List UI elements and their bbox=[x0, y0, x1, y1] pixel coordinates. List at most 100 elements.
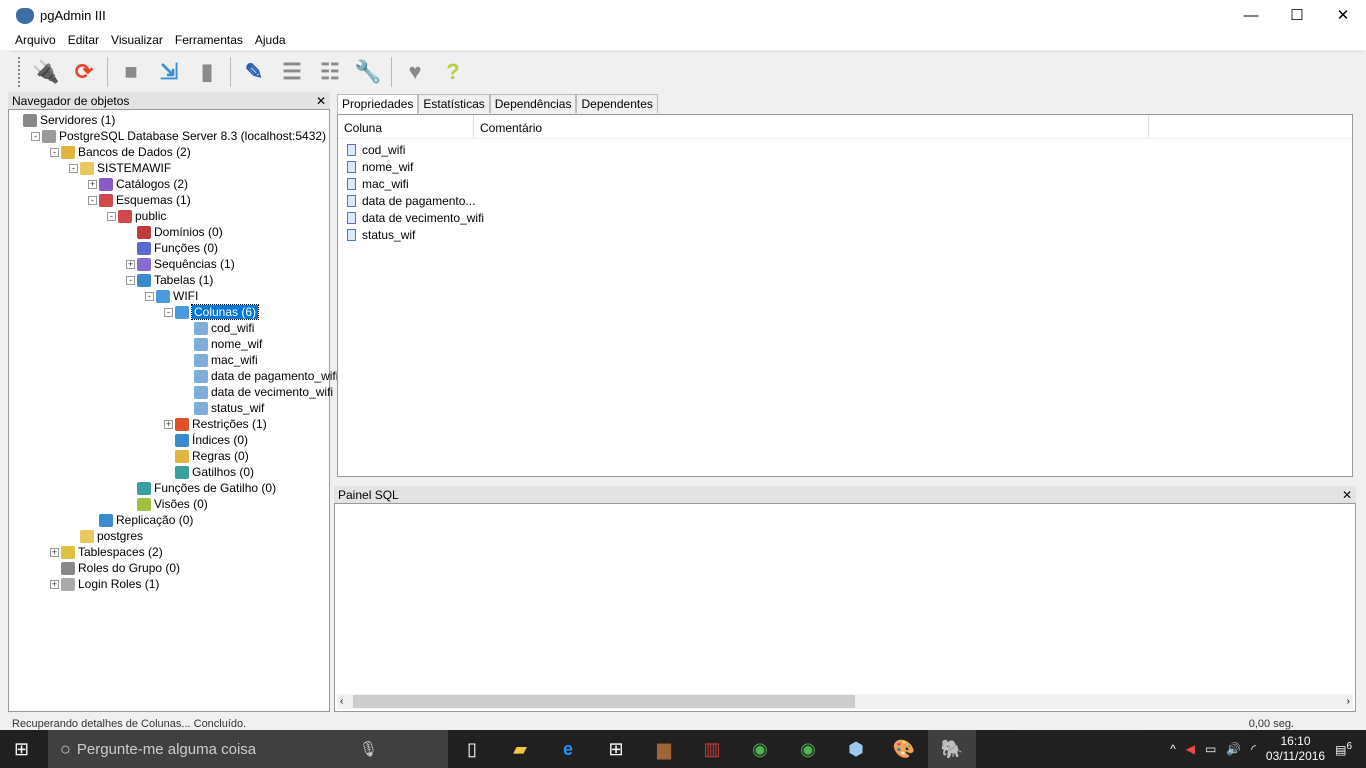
hint-button[interactable]: ♥ bbox=[399, 56, 431, 88]
close-button[interactable]: ✕ bbox=[1320, 0, 1366, 30]
game-app-icon[interactable]: ▆ bbox=[640, 730, 688, 768]
pgadmin-taskbar-icon[interactable]: 🐘 bbox=[928, 730, 976, 768]
collapse-icon[interactable]: - bbox=[31, 132, 40, 141]
tree-node[interactable]: Sequências (1) bbox=[137, 256, 235, 272]
chart-app-icon[interactable]: ▥ bbox=[688, 730, 736, 768]
tree-node[interactable]: nome_wif bbox=[194, 336, 262, 352]
chrome-icon[interactable]: ◉ bbox=[736, 730, 784, 768]
tree-node[interactable]: Replicação (0) bbox=[99, 512, 193, 528]
list-row[interactable]: data de pagamento... bbox=[338, 192, 1352, 209]
edge-icon[interactable]: e bbox=[544, 730, 592, 768]
tree-node[interactable]: Login Roles (1) bbox=[61, 576, 159, 592]
collapse-icon[interactable]: - bbox=[126, 276, 135, 285]
tree-node[interactable]: Restrições (1) bbox=[175, 416, 267, 432]
list-row[interactable]: mac_wifi bbox=[338, 175, 1352, 192]
menu-visualizar[interactable]: Visualizar bbox=[105, 31, 169, 50]
list-row[interactable]: nome_wif bbox=[338, 158, 1352, 175]
help-button[interactable]: ? bbox=[437, 56, 469, 88]
tree-node[interactable]: WIFI bbox=[156, 288, 198, 304]
tree-node[interactable]: Índices (0) bbox=[175, 432, 248, 448]
cortana-search[interactable]: ○ Pergunte-me alguma coisa 🎙 bbox=[48, 730, 448, 768]
collapse-icon[interactable]: - bbox=[88, 196, 97, 205]
file-explorer-icon[interactable]: ▰ bbox=[496, 730, 544, 768]
expand-icon[interactable]: + bbox=[88, 180, 97, 189]
task-view-icon[interactable]: ▯ bbox=[448, 730, 496, 768]
tree-node[interactable]: Bancos de Dados (2) bbox=[61, 144, 191, 160]
tree-node[interactable]: Catálogos (2) bbox=[99, 176, 188, 192]
tree-node[interactable]: Regras (0) bbox=[175, 448, 249, 464]
close-navigator-icon[interactable]: ✕ bbox=[316, 94, 326, 108]
tab-2[interactable]: Dependências bbox=[489, 94, 577, 113]
collapse-icon[interactable]: - bbox=[145, 292, 154, 301]
expand-icon[interactable]: + bbox=[50, 548, 59, 557]
menu-editar[interactable]: Editar bbox=[62, 31, 105, 50]
delete-button[interactable]: ▮ bbox=[191, 56, 223, 88]
tree-node[interactable]: postgres bbox=[80, 528, 143, 544]
menu-ferramentas[interactable]: Ferramentas bbox=[169, 31, 249, 50]
menu-ajuda[interactable]: Ajuda bbox=[249, 31, 292, 50]
refresh-button[interactable]: ⟳ bbox=[68, 56, 100, 88]
tree-node[interactable]: Esquemas (1) bbox=[99, 192, 191, 208]
close-sql-panel-icon[interactable]: ✕ bbox=[1342, 488, 1352, 502]
tree-node[interactable]: data de vecimento_wifi bbox=[194, 384, 333, 400]
tree-node[interactable]: data de pagamento_wifi bbox=[194, 368, 338, 384]
virtualbox-icon[interactable]: ⬢ bbox=[832, 730, 880, 768]
paint-icon[interactable]: 🎨 bbox=[880, 730, 928, 768]
tree-node[interactable]: Gatilhos (0) bbox=[175, 464, 254, 480]
sql-editor-button[interactable]: ✎ bbox=[238, 56, 270, 88]
tree-node[interactable]: Funções (0) bbox=[137, 240, 218, 256]
tree-node[interactable]: mac_wifi bbox=[194, 352, 258, 368]
microphone-icon[interactable]: 🎙 bbox=[359, 740, 378, 758]
column-header-comentario[interactable]: Comentário bbox=[474, 115, 1149, 138]
sql-text-area[interactable]: ‹ › bbox=[334, 503, 1356, 712]
vertical-scrollbar[interactable] bbox=[1356, 92, 1366, 712]
collapse-icon[interactable]: - bbox=[107, 212, 116, 221]
tree-node[interactable]: Servidores (1) bbox=[23, 112, 115, 128]
tree-node[interactable]: Domínios (0) bbox=[137, 224, 223, 240]
tree-node[interactable]: Funções de Gatilho (0) bbox=[137, 480, 276, 496]
chrome-icon-2[interactable]: ◉ bbox=[784, 730, 832, 768]
tree-node[interactable]: SISTEMAWIF bbox=[80, 160, 171, 176]
list-row[interactable]: status_wif bbox=[338, 226, 1352, 243]
view-filtered-data-button[interactable]: ☷ bbox=[314, 56, 346, 88]
tree-node[interactable]: PostgreSQL Database Server 8.3 (localhos… bbox=[42, 128, 326, 144]
volume-icon[interactable]: 🔊 bbox=[1226, 742, 1241, 756]
maximize-button[interactable]: ☐ bbox=[1274, 0, 1320, 30]
tree-node[interactable]: Tablespaces (2) bbox=[61, 544, 163, 560]
view-data-button[interactable]: ☰ bbox=[276, 56, 308, 88]
create-object-button[interactable]: ■ bbox=[115, 56, 147, 88]
collapse-icon[interactable]: - bbox=[164, 308, 173, 317]
tab-0[interactable]: Propriedades bbox=[337, 94, 419, 114]
expand-icon[interactable]: + bbox=[164, 420, 173, 429]
toolbar-grip[interactable] bbox=[18, 56, 21, 87]
tree-node[interactable]: Colunas (6) bbox=[175, 304, 260, 320]
tab-3[interactable]: Dependentes bbox=[576, 94, 658, 113]
wifi-icon[interactable]: ◜ bbox=[1251, 742, 1256, 756]
properties-button[interactable]: ⇲ bbox=[153, 56, 185, 88]
list-row[interactable]: data de vecimento_wifi bbox=[338, 209, 1352, 226]
tree-node[interactable]: public bbox=[118, 208, 166, 224]
minimize-button[interactable]: — bbox=[1228, 0, 1274, 30]
store-icon[interactable]: ⊞ bbox=[592, 730, 640, 768]
notifications-icon[interactable]: ▤6 bbox=[1335, 741, 1352, 757]
clock[interactable]: 16:10 03/11/2016 bbox=[1266, 734, 1325, 764]
expand-icon[interactable]: + bbox=[126, 260, 135, 269]
connect-button[interactable]: 🔌 bbox=[30, 56, 62, 88]
windows-start-icon[interactable]: ⊞ bbox=[14, 739, 29, 760]
battery-icon[interactable]: ▭ bbox=[1205, 742, 1216, 756]
list-row[interactable]: cod_wifi bbox=[338, 141, 1352, 158]
tree-node[interactable]: Roles do Grupo (0) bbox=[61, 560, 180, 576]
tree-node[interactable]: Visões (0) bbox=[137, 496, 208, 512]
tree-node[interactable]: cod_wifi bbox=[194, 320, 254, 336]
column-header-coluna[interactable]: Coluna bbox=[338, 115, 474, 138]
expand-icon[interactable]: + bbox=[50, 580, 59, 589]
collapse-icon[interactable]: - bbox=[50, 148, 59, 157]
maintenance-button[interactable]: 🔧 bbox=[352, 56, 384, 88]
tab-1[interactable]: Estatísticas bbox=[418, 94, 490, 113]
warning-icon[interactable]: ◀ bbox=[1186, 742, 1195, 756]
tray-chevron-icon[interactable]: ^ bbox=[1170, 742, 1176, 756]
collapse-icon[interactable]: - bbox=[69, 164, 78, 173]
tree-node[interactable]: Tabelas (1) bbox=[137, 272, 213, 288]
tree-node[interactable]: status_wif bbox=[194, 400, 264, 416]
menu-arquivo[interactable]: Arquivo bbox=[9, 31, 62, 50]
